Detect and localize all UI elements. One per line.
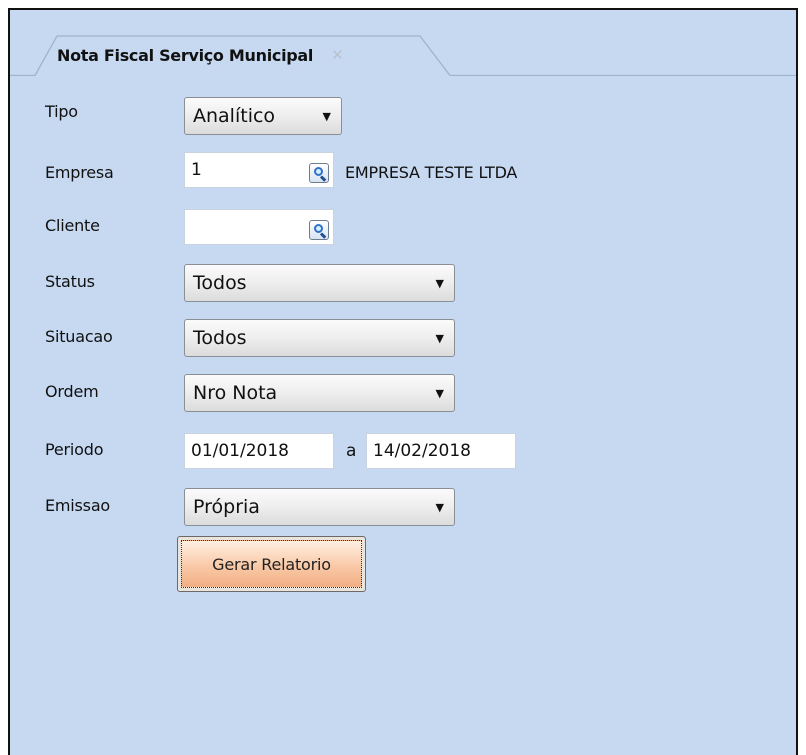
status-select[interactable]: Todos ▼ bbox=[184, 264, 455, 302]
cliente-lookup-icon[interactable] bbox=[309, 220, 329, 240]
tab-strip: Nota Fiscal Serviço Municipal ✕ bbox=[10, 10, 796, 76]
dropdown-arrow-icon: ▼ bbox=[435, 331, 444, 345]
empresa-lookup-icon[interactable] bbox=[309, 163, 329, 183]
label-emissao: Emissao bbox=[45, 496, 111, 515]
tab-title: Nota Fiscal Serviço Municipal bbox=[57, 45, 314, 65]
label-periodo: Periodo bbox=[45, 440, 104, 459]
emissao-select[interactable]: Própria ▼ bbox=[184, 488, 455, 526]
dropdown-arrow-icon: ▼ bbox=[322, 109, 331, 123]
close-icon[interactable]: ✕ bbox=[331, 47, 344, 63]
status-select-value: Todos bbox=[193, 272, 247, 294]
empresa-name: EMPRESA TESTE LTDA bbox=[345, 163, 518, 182]
periodo-from-field[interactable]: 01/01/2018 bbox=[184, 433, 334, 469]
label-status: Status bbox=[45, 272, 95, 291]
label-cliente: Cliente bbox=[45, 216, 100, 235]
dropdown-arrow-icon: ▼ bbox=[435, 500, 444, 514]
dropdown-arrow-icon: ▼ bbox=[435, 386, 444, 400]
periodo-to-field[interactable]: 14/02/2018 bbox=[366, 433, 516, 469]
periodo-from-value: 01/01/2018 bbox=[191, 441, 289, 461]
situacao-select[interactable]: Todos ▼ bbox=[184, 319, 455, 357]
label-tipo: Tipo bbox=[45, 102, 78, 121]
label-empresa: Empresa bbox=[45, 163, 114, 182]
periodo-to-value: 14/02/2018 bbox=[373, 441, 471, 461]
generate-report-label: Gerar Relatorio bbox=[181, 540, 362, 588]
ordem-select[interactable]: Nro Nota ▼ bbox=[184, 374, 455, 412]
generate-report-button[interactable]: Gerar Relatorio bbox=[177, 536, 366, 592]
emissao-select-value: Própria bbox=[193, 496, 260, 518]
tab-nota-fiscal[interactable]: Nota Fiscal Serviço Municipal ✕ bbox=[35, 34, 455, 76]
tipo-select[interactable]: Analítico ▼ bbox=[184, 97, 342, 135]
label-ordem: Ordem bbox=[45, 382, 99, 401]
dropdown-arrow-icon: ▼ bbox=[435, 276, 444, 290]
tipo-select-value: Analítico bbox=[193, 105, 276, 127]
empresa-field-value: 1 bbox=[191, 160, 202, 180]
situacao-select-value: Todos bbox=[193, 327, 247, 349]
label-situacao: Situacao bbox=[45, 327, 113, 346]
periodo-separator: a bbox=[346, 441, 357, 461]
ordem-select-value: Nro Nota bbox=[193, 382, 278, 404]
